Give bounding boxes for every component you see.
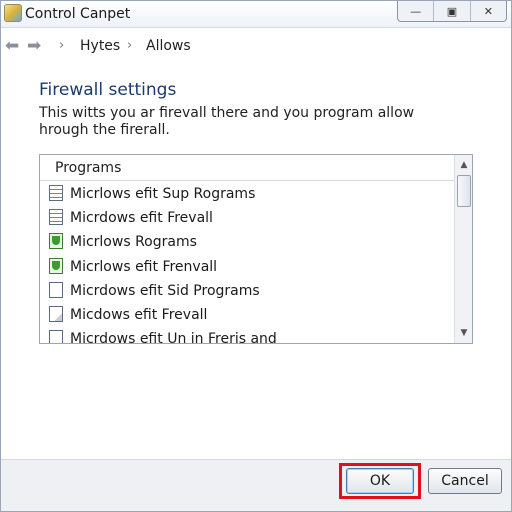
list-item[interactable]: Micrlows efit Sup Rograms — [40, 182, 454, 206]
breadcrumb-separator: › — [59, 38, 65, 53]
list-item[interactable]: Micrlows Rograms — [40, 230, 454, 254]
list-item[interactable]: Micrdows efit Sid Programs — [40, 279, 454, 303]
list-item[interactable]: Micdows efit Frevall — [40, 303, 454, 327]
program-document-icon — [49, 209, 63, 226]
page-description: This witts you ar firevall there and you… — [39, 105, 415, 138]
ok-button[interactable]: OK — [346, 468, 414, 494]
list-item-label: Micdows efit Frevall — [70, 306, 208, 323]
firewall-shield-icon — [49, 233, 63, 250]
program-file-icon — [49, 281, 63, 298]
control-panel-window: Control Canpet — ▣ ✕ ⬅ ➡ › Hytes › Allow… — [0, 0, 512, 512]
list-items: Micrlows efit Sup Rograms Micrdows efit … — [40, 182, 454, 344]
maximize-button[interactable]: ▣ — [433, 1, 469, 21]
page-title: Firewall settings — [39, 80, 177, 100]
list-column-header[interactable]: Programs — [40, 155, 454, 181]
firewall-shield-icon — [49, 257, 63, 274]
program-document-icon — [49, 185, 63, 201]
title-bar: Control Canpet — ▣ ✕ — [1, 1, 511, 28]
list-item-label: Micrlows Rograms — [70, 234, 197, 251]
list-item-label: Micrdows efit Un in Freris and — [70, 331, 277, 344]
minimize-button[interactable]: — — [398, 1, 433, 21]
scrollbar-thumb[interactable] — [457, 175, 471, 207]
list-item-label: Micrdows efit Frevall — [70, 210, 213, 227]
window-title: Control Canpet — [25, 6, 131, 22]
scroll-down-icon[interactable]: ▼ — [455, 325, 472, 341]
list-item-label: Micrlows efit Sup Rograms — [70, 186, 256, 202]
breadcrumb-item-hytes[interactable]: Hytes — [80, 37, 120, 55]
forward-arrow-icon[interactable]: ➡ — [27, 35, 41, 57]
list-item[interactable]: Micrdows efit Un in Freris and — [40, 327, 454, 344]
breadcrumb-separator: › — [127, 38, 133, 53]
list-item-label: Micrlows efit Frenvall — [70, 258, 218, 275]
program-file-icon — [49, 330, 63, 343]
list-item[interactable]: Micrdows efit Frevall — [40, 206, 454, 230]
list-item[interactable]: Micrlows efit Frenvall — [40, 255, 454, 279]
close-button[interactable]: ✕ — [469, 1, 506, 21]
program-file-icon — [49, 305, 63, 322]
control-panel-icon — [4, 4, 22, 22]
back-arrow-icon[interactable]: ⬅ — [5, 35, 19, 57]
vertical-scrollbar[interactable]: ▲ ▼ — [454, 155, 472, 343]
window-controls: — ▣ ✕ — [397, 1, 507, 22]
scroll-up-icon[interactable]: ▲ — [455, 157, 472, 173]
navigation-bar: ⬅ ➡ › Hytes › Allows — [1, 31, 511, 61]
breadcrumb-item-allows[interactable]: Allows — [146, 37, 191, 55]
list-item-label: Micrdows efit Sid Programs — [70, 282, 260, 299]
cancel-button[interactable]: Cancel — [428, 468, 502, 494]
programs-list[interactable]: Programs Micrlows efit Sup Rograms Micrd… — [39, 154, 473, 344]
